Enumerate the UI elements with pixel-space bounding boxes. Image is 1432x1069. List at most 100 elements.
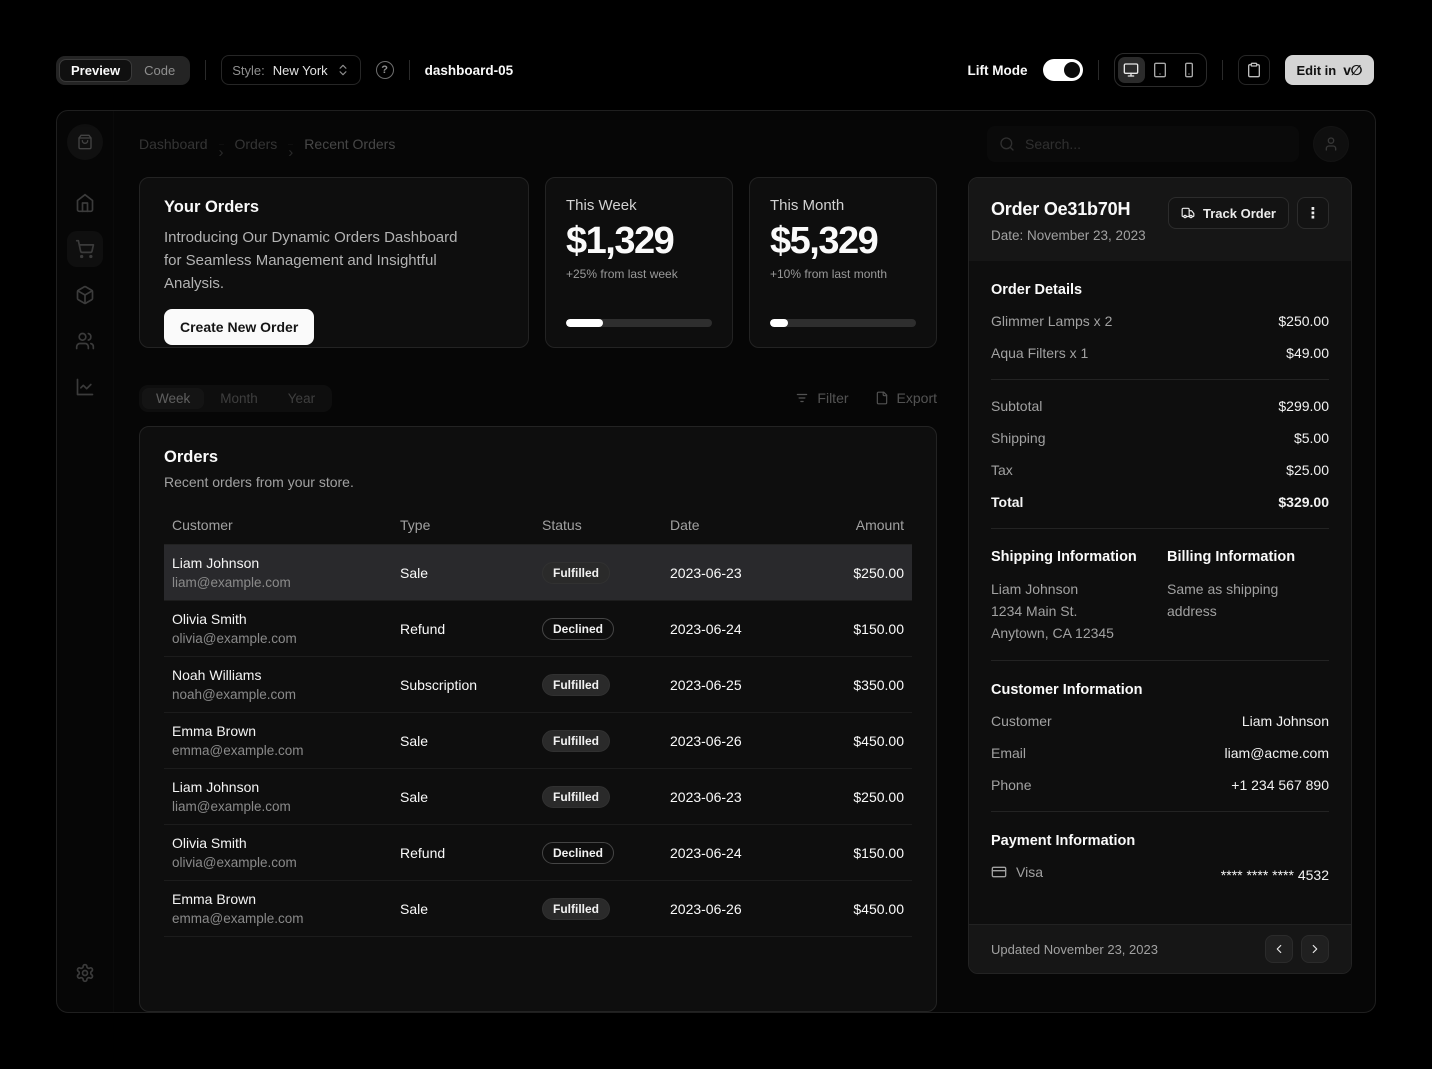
order-amount: $450.00: [814, 881, 912, 937]
stat-change: +25% from last week: [566, 267, 712, 281]
total-amount: $329.00: [1278, 492, 1329, 512]
sidebar-item-products[interactable]: [67, 277, 103, 313]
tablet-view-button[interactable]: [1147, 57, 1174, 83]
orders-title: Orders: [164, 448, 912, 467]
filter-button[interactable]: Filter: [795, 390, 848, 406]
device-size-group: [1114, 53, 1207, 87]
copy-code-button[interactable]: [1238, 55, 1270, 85]
column-header: Customer: [164, 506, 392, 545]
info-value: +1 234 567 890: [1231, 775, 1329, 795]
more-options-button[interactable]: ⋮: [1297, 197, 1329, 229]
create-new-order-button[interactable]: Create New Order: [164, 309, 314, 345]
separator: [991, 528, 1329, 529]
lift-mode-toggle[interactable]: [1043, 59, 1083, 81]
order-date: 2023-06-25: [662, 657, 814, 713]
orders-subtitle: Recent orders from your store.: [164, 474, 912, 490]
stat-value: $5,329: [770, 219, 916, 263]
chevron-right-icon: [1308, 942, 1322, 956]
order-amount: $350.00: [814, 657, 912, 713]
sidebar-item-orders[interactable]: [67, 231, 103, 267]
track-order-button[interactable]: Track Order: [1168, 197, 1289, 229]
edit-in-v0-button[interactable]: Edit in v∅: [1285, 55, 1375, 85]
preview-tab[interactable]: Preview: [59, 59, 132, 82]
progress-fill: [566, 319, 603, 327]
order-amount: $250.00: [814, 545, 912, 601]
table-row[interactable]: Noah Williamsnoah@example.com Subscripti…: [164, 657, 912, 713]
customer-name: Liam Johnson: [172, 777, 384, 797]
app-logo[interactable]: [67, 124, 103, 160]
item-name: Glimmer Lamps x 2: [991, 311, 1112, 331]
style-select[interactable]: Style: New York: [221, 55, 360, 85]
order-date-label: Date: November 23, 2023: [991, 228, 1146, 243]
sidebar-item-home[interactable]: [67, 185, 103, 221]
info-label: Customer: [991, 711, 1052, 731]
tab-month[interactable]: Month: [206, 388, 272, 409]
line-chart-icon: [75, 377, 95, 397]
table-row[interactable]: Liam Johnsonliam@example.com Sale Fulfil…: [164, 545, 912, 601]
status-badge: Declined: [542, 618, 614, 640]
order-amount: $250.00: [814, 769, 912, 825]
table-row[interactable]: Olivia Smitholivia@example.com Refund De…: [164, 601, 912, 657]
block-name: dashboard-05: [425, 63, 514, 78]
email-row: Email liam@acme.com: [991, 743, 1329, 763]
period-tabs: Week Month Year: [139, 385, 332, 412]
shopping-bag-icon: [77, 134, 93, 150]
table-header-row: Customer Type Status Date Amount: [164, 506, 912, 545]
sidebar-item-analytics[interactable]: [67, 369, 103, 405]
customer-name: Emma Brown: [172, 721, 384, 741]
previous-order-button[interactable]: [1265, 935, 1293, 963]
column-header: Status: [534, 506, 662, 545]
export-button[interactable]: Export: [875, 390, 937, 406]
help-icon[interactable]: ?: [376, 61, 394, 79]
line-item: Aqua Filters x 1 $49.00: [991, 343, 1329, 363]
next-order-button[interactable]: [1301, 935, 1329, 963]
order-detail-footer: Updated November 23, 2023: [969, 924, 1351, 973]
search-icon: [999, 136, 1015, 152]
shopping-cart-icon: [75, 239, 95, 259]
code-tab[interactable]: Code: [132, 59, 187, 82]
item-name: Aqua Filters x 1: [991, 343, 1088, 363]
order-amount: $150.00: [814, 825, 912, 881]
breadcrumb-current: Recent Orders: [304, 136, 395, 152]
breadcrumb-item[interactable]: Dashboard: [139, 136, 208, 152]
toggle-knob: [1064, 62, 1080, 78]
search-input[interactable]: Search...: [987, 126, 1299, 162]
toolbar-divider: [205, 60, 206, 80]
section-heading: Order Details: [991, 282, 1329, 298]
sidebar-item-customers[interactable]: [67, 323, 103, 359]
table-row[interactable]: Emma Brownemma@example.com Sale Fulfille…: [164, 713, 912, 769]
status-badge: Fulfilled: [542, 786, 610, 808]
column-header: Amount: [814, 506, 912, 545]
payment-row: Visa **** **** **** 4532: [991, 862, 1329, 885]
table-row[interactable]: Liam Johnsonliam@example.com Sale Fulfil…: [164, 769, 912, 825]
total-amount: $5.00: [1294, 428, 1329, 448]
desktop-view-button[interactable]: [1118, 57, 1145, 83]
tab-year[interactable]: Year: [274, 388, 329, 409]
table-row[interactable]: Olivia Smitholivia@example.com Refund De…: [164, 825, 912, 881]
customer-name: Olivia Smith: [172, 833, 384, 853]
home-icon: [75, 193, 95, 213]
more-vertical-icon: ⋮: [1306, 204, 1321, 222]
phone-row: Phone +1 234 567 890: [991, 775, 1329, 795]
breadcrumb: Dashboard › Orders › Recent Orders: [139, 128, 395, 161]
user-avatar[interactable]: [1313, 126, 1349, 162]
shipping-address-line: 1234 Main St.: [991, 600, 1153, 622]
breadcrumb-item[interactable]: Orders: [235, 136, 278, 152]
sidebar-item-settings[interactable]: [67, 955, 103, 991]
separator: [991, 379, 1329, 380]
credit-card-icon: [991, 864, 1007, 880]
card-title: Your Orders: [164, 198, 504, 217]
customer-name: Olivia Smith: [172, 609, 384, 629]
order-type: Refund: [392, 601, 534, 657]
preview-toolbar: Preview Code Style: New York ? dashboard…: [56, 53, 1374, 87]
mobile-view-button[interactable]: [1176, 57, 1203, 83]
track-order-label: Track Order: [1203, 206, 1276, 221]
customer-email: olivia@example.com: [172, 629, 384, 648]
lift-mode-label: Lift Mode: [968, 63, 1028, 78]
table-row[interactable]: Emma Brownemma@example.com Sale Fulfille…: [164, 881, 912, 937]
preview-code-toggle: Preview Code: [56, 56, 190, 85]
customer-email: olivia@example.com: [172, 853, 384, 872]
toolbar-divider: [1222, 60, 1223, 80]
stat-change: +10% from last month: [770, 267, 916, 281]
tab-week[interactable]: Week: [142, 388, 204, 409]
